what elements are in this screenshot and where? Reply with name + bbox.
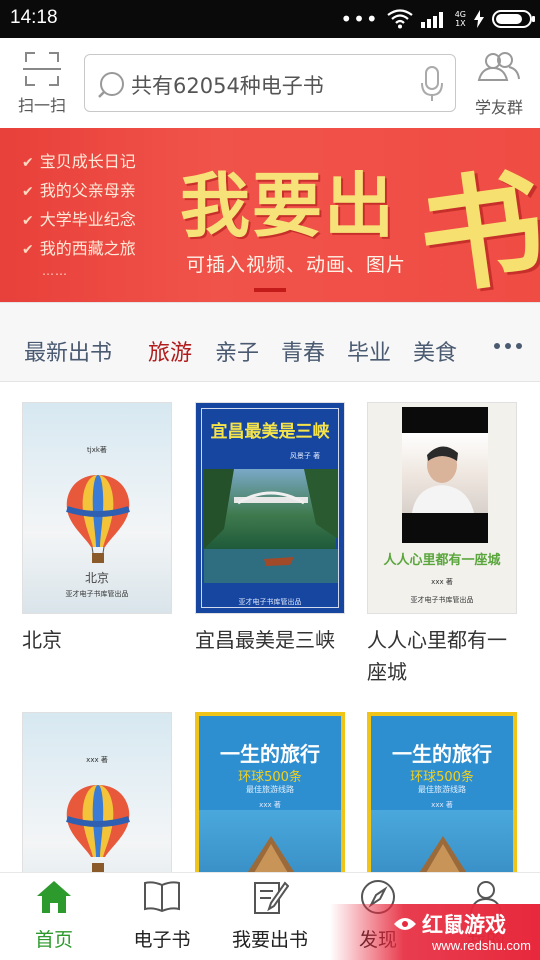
top-header: 扫一扫 共有62054种电子书 学友群 xyxy=(0,38,540,128)
check-icon: ✔ xyxy=(22,155,34,171)
edit-notebook-icon xyxy=(254,881,289,914)
book-card[interactable]: xxx 著 xyxy=(22,712,174,872)
status-icons: ••• 4G 1X xyxy=(340,7,535,31)
scan-button[interactable]: 扫一扫 xyxy=(12,52,72,116)
home-icon xyxy=(37,881,71,913)
scan-icon xyxy=(23,52,61,86)
book-icon xyxy=(144,881,180,913)
book-cover: tjxk著 北京 亚才电子书库管出品 xyxy=(22,402,172,614)
scan-label: 扫一扫 xyxy=(17,96,66,115)
nav-publish[interactable]: 我要出书 xyxy=(216,873,324,960)
book-grid: tjxk著 北京 亚才电子书库管出品 北京 宜昌最美是三峡 风景子 著 亚才电子… xyxy=(0,382,540,872)
status-bar: 14:18 ••• 4G 1X xyxy=(0,0,540,38)
carousel-indicator xyxy=(254,288,286,292)
book-card[interactable]: tjxk著 北京 亚才电子书库管出品 北京 xyxy=(22,402,174,656)
banner-item: ✔ 我的西藏之旅 xyxy=(22,239,136,258)
banner-item: ✔ 大学毕业纪念 xyxy=(22,210,136,229)
check-icon: ✔ xyxy=(22,242,34,258)
banner-item: ✔ 宝贝成长日记 xyxy=(22,152,136,171)
network-type: 4G 1X xyxy=(454,10,466,28)
battery-icon xyxy=(492,10,535,28)
banner-subtitle: 可插入视频、动画、图片 xyxy=(186,254,407,276)
book-title: 宜昌最美是三峡 xyxy=(195,628,335,652)
banner-item: ✔ 我的父亲母亲 xyxy=(22,181,136,200)
banner-more: …… xyxy=(42,264,68,278)
search-input[interactable]: 共有62054种电子书 xyxy=(84,54,456,112)
hot-air-balloon-image xyxy=(66,785,130,872)
book-title: 人人心里都有一座城 xyxy=(367,628,507,684)
watermark-logo xyxy=(394,918,416,930)
book-cover: 一生的旅行 环球500条 最佳旅游线路 xxx 著 xyxy=(195,712,345,872)
category-tabs: 最新出书 旅游 亲子 青春 毕业 美食 xyxy=(0,302,540,382)
tab-food[interactable]: 美食 xyxy=(413,335,457,367)
status-time: 14:18 xyxy=(10,7,58,28)
book-card[interactable]: 宜昌最美是三峡 风景子 著 亚才电子书库管出品 宜昌最美是三峡 xyxy=(195,402,347,656)
book-cover: xxx 著 xyxy=(22,712,172,872)
check-icon: ✔ xyxy=(22,184,34,200)
search-placeholder: 共有62054种电子书 xyxy=(131,74,324,98)
book-card[interactable]: 一生的旅行 环球500条 最佳旅游线路 xxx 著 xyxy=(195,712,347,872)
tab-travel[interactable]: 旅游 xyxy=(148,335,192,367)
wifi-icon xyxy=(387,9,413,29)
boat-image xyxy=(247,836,295,872)
search-icon xyxy=(98,72,124,98)
boat-image xyxy=(419,836,467,872)
nav-ebooks[interactable]: 电子书 xyxy=(108,873,216,960)
study-group-button[interactable]: 学友群 xyxy=(468,50,530,118)
microphone-icon[interactable] xyxy=(419,65,445,103)
book-cover: 人人心里都有一座城 xxx 著 亚才电子书库管出品 xyxy=(367,402,517,614)
banner-title: 我要出 xyxy=(180,164,396,247)
book-cover: 一生的旅行 环球500条 最佳旅游线路 xxx 著 xyxy=(367,712,517,872)
tab-parenting[interactable]: 亲子 xyxy=(215,335,259,367)
more-tabs-icon[interactable] xyxy=(494,343,522,349)
promo-banner[interactable]: ✔ 宝贝成长日记 ✔ 我的父亲母亲 ✔ 大学毕业纪念 ✔ 我的西藏之旅 …… 我要出 书… xyxy=(0,128,540,302)
tab-graduation[interactable]: 毕业 xyxy=(347,335,391,367)
banner-title-big: 书 xyxy=(410,152,540,302)
watermark-text: 红鼠游戏 xyxy=(422,913,506,937)
study-group-label: 学友群 xyxy=(474,98,523,117)
tab-latest[interactable]: 最新出书 xyxy=(24,335,112,367)
charging-icon xyxy=(474,10,484,28)
more-dots-icon: ••• xyxy=(340,7,379,31)
book-cover: 宜昌最美是三峡 风景子 著 亚才电子书库管出品 xyxy=(195,402,345,614)
tab-youth[interactable]: 青春 xyxy=(281,335,325,367)
hot-air-balloon-image xyxy=(66,475,130,563)
check-icon: ✔ xyxy=(22,213,34,229)
book-card[interactable]: 一生的旅行 环球500条 最佳旅游线路 xxx 著 xyxy=(367,712,519,872)
signal-icon xyxy=(420,12,443,28)
portrait-photo xyxy=(402,433,488,513)
gorge-photo xyxy=(204,469,338,583)
book-title: 北京 xyxy=(22,628,62,652)
watermark-url: www.redshu.com xyxy=(432,938,531,953)
book-card[interactable]: 人人心里都有一座城 xxx 著 亚才电子书库管出品 人人心里都有一座城 xyxy=(367,402,519,688)
banner-list: ✔ 宝贝成长日记 ✔ 我的父亲母亲 ✔ 大学毕业纪念 ✔ 我的西藏之旅 …… xyxy=(22,148,136,278)
group-icon xyxy=(477,52,520,81)
nav-home[interactable]: 首页 xyxy=(0,873,108,960)
